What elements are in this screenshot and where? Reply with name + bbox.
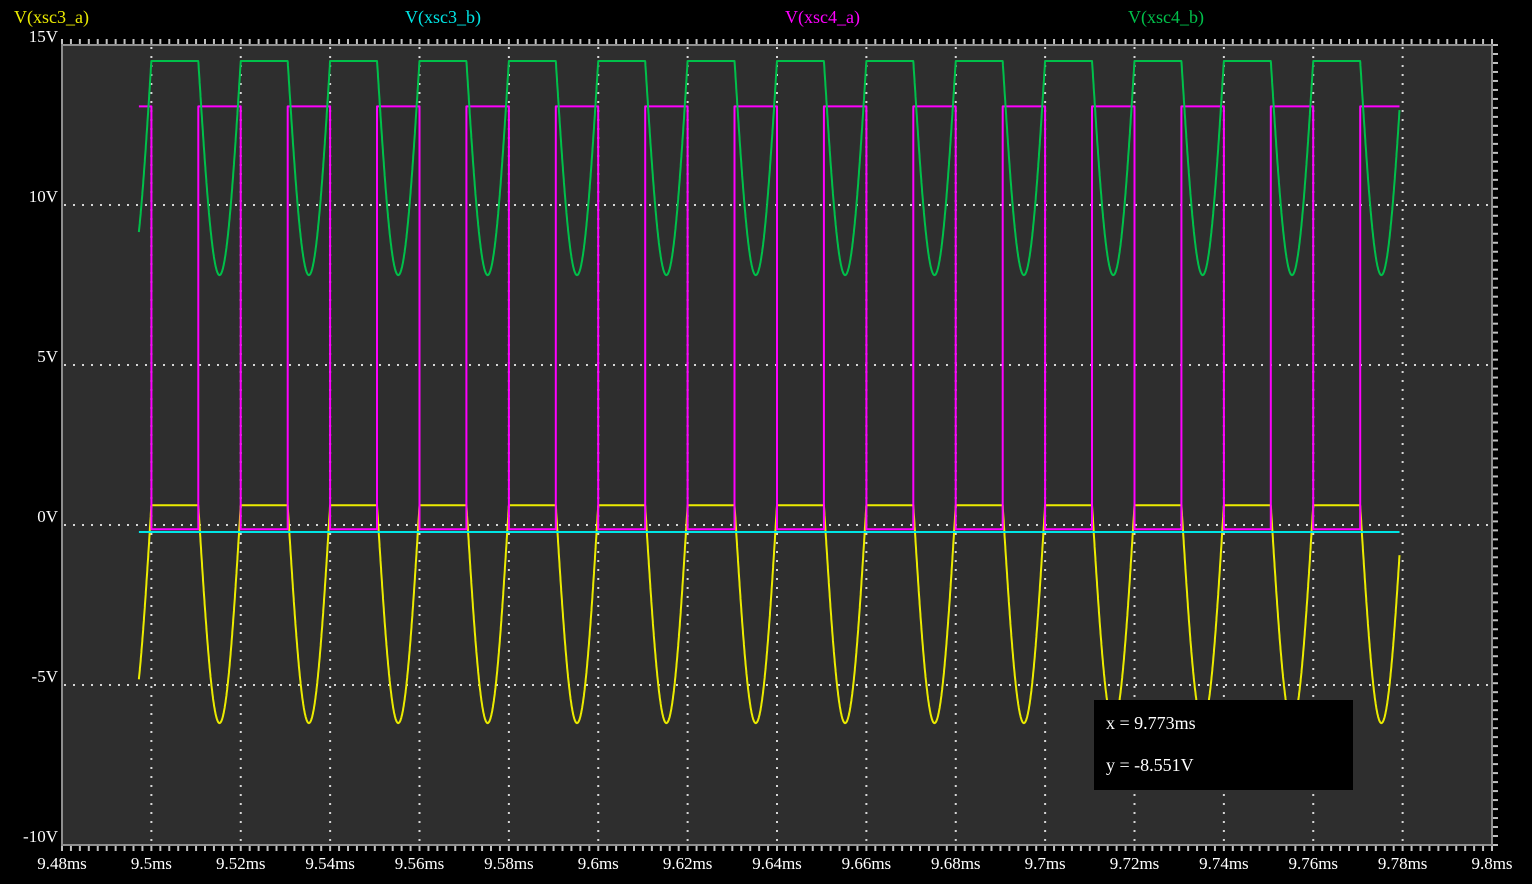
x-tick-label: 9.5ms bbox=[106, 854, 196, 874]
y-tick-label: 0V bbox=[0, 508, 58, 526]
y-tick-label: 15V bbox=[0, 28, 58, 46]
x-tick-label: 9.48ms bbox=[17, 854, 107, 874]
x-tick-label: 9.62ms bbox=[643, 854, 733, 874]
cursor-x-value: x = 9.773ms bbox=[1106, 713, 1353, 734]
x-tick-label: 9.54ms bbox=[285, 854, 375, 874]
y-tick-label: 10V bbox=[0, 188, 58, 206]
x-tick-label: 9.7ms bbox=[1000, 854, 1090, 874]
x-tick-label: 9.8ms bbox=[1447, 854, 1532, 874]
y-tick-label: 5V bbox=[0, 348, 58, 366]
grapher-window: V(xsc3_a) V(xsc3_b) V(xsc4_a) V(xsc4_b) 15V… bbox=[0, 0, 1532, 884]
x-tick-label: 9.58ms bbox=[464, 854, 554, 874]
x-tick-label: 9.74ms bbox=[1179, 854, 1269, 874]
x-tick-label: 9.52ms bbox=[196, 854, 286, 874]
x-tick-label: 9.76ms bbox=[1268, 854, 1358, 874]
x-tick-label: 9.64ms bbox=[732, 854, 822, 874]
cursor-y-value: y = -8.551V bbox=[1106, 755, 1353, 776]
x-tick-label: 9.78ms bbox=[1358, 854, 1448, 874]
legend-item-v-xsc3-b: V(xsc3_b) bbox=[405, 7, 481, 27]
x-tick-label: 9.56ms bbox=[375, 854, 465, 874]
cursor-readout[interactable]: x = 9.773ms y = -8.551V bbox=[1094, 700, 1353, 790]
legend-item-v-xsc4-b: V(xsc4_b) bbox=[1128, 7, 1204, 27]
x-tick-label: 9.68ms bbox=[911, 854, 1001, 874]
y-tick-label: -10V bbox=[0, 828, 58, 846]
legend-item-v-xsc3-a: V(xsc3_a) bbox=[14, 7, 89, 27]
x-tick-label: 9.72ms bbox=[1090, 854, 1180, 874]
legend-item-v-xsc4-a: V(xsc4_a) bbox=[785, 7, 860, 27]
x-tick-label: 9.66ms bbox=[821, 854, 911, 874]
y-tick-label: -5V bbox=[0, 668, 58, 686]
x-tick-label: 9.6ms bbox=[553, 854, 643, 874]
